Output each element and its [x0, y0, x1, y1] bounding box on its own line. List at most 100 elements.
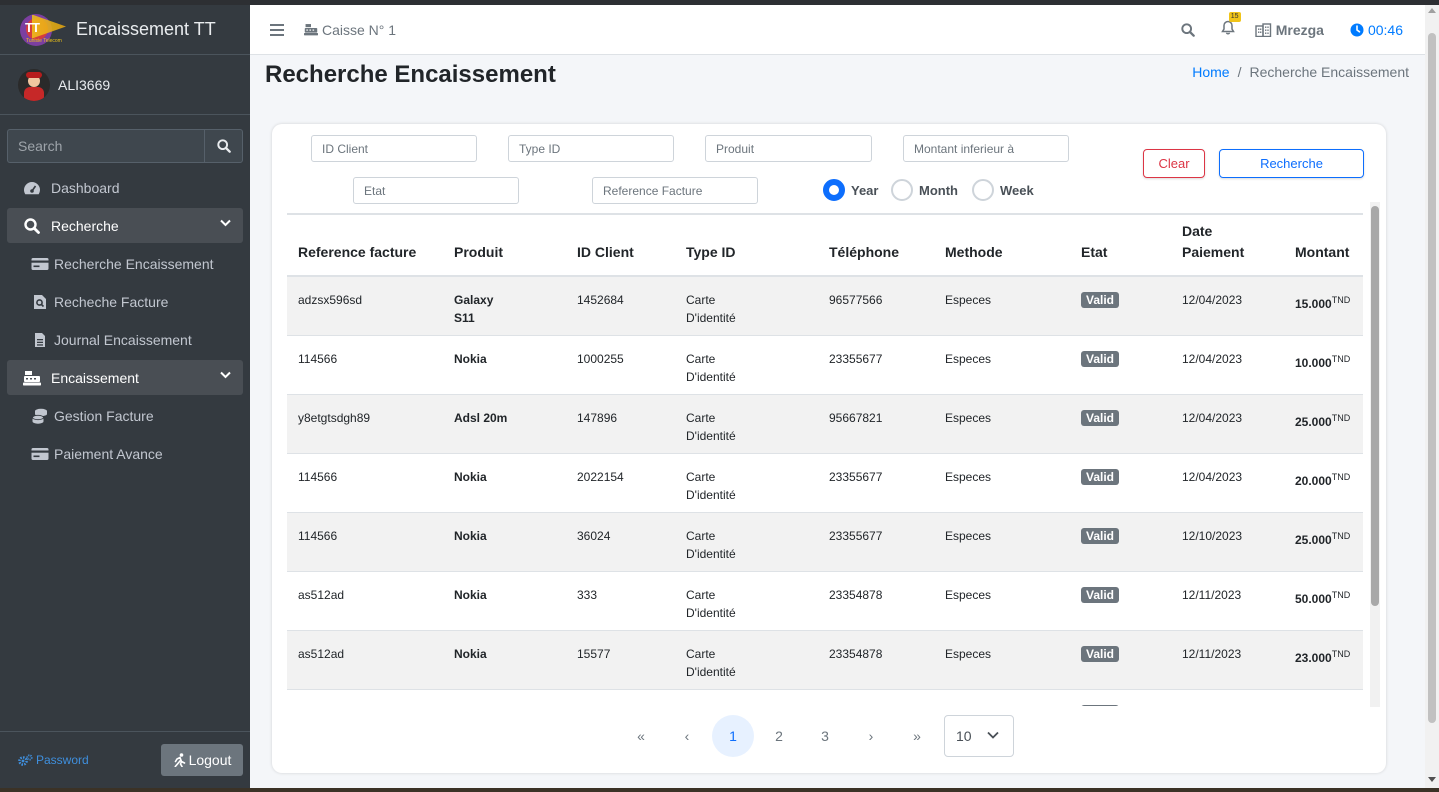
status-badge: Valid: [1081, 292, 1120, 308]
col-id-client[interactable]: ID Client: [566, 215, 675, 277]
sidebar-footer: Password Logout: [0, 731, 250, 788]
col-produit[interactable]: Produit: [443, 215, 566, 277]
cell-id-client: 1486387: [566, 689, 675, 706]
sidebar-nav: Dashboard Recherche Recherche Encaisseme…: [0, 170, 250, 471]
results-table: Reference facture Produit ID Client Type…: [287, 215, 1363, 706]
table-row[interactable]: 114566 Nokia 1000255 Carte D'identité 233556…: [287, 335, 1363, 395]
sidebar-item-dashboard[interactable]: Dashboard: [7, 170, 243, 205]
cell-date-paiement: 12/04/2023: [1171, 335, 1284, 395]
produit-input[interactable]: Produit: [705, 135, 872, 162]
location-indicator[interactable]: Mrezga: [1255, 22, 1324, 38]
period-month-radio[interactable]: Month: [891, 179, 958, 201]
table-row[interactable]: as512ad Nokia 333 Carte D'identité 23354878 E…: [287, 571, 1363, 631]
search-icon[interactable]: [1181, 23, 1195, 37]
sidebar-search: [7, 129, 243, 163]
table-row[interactable]: 1556333Adsl 5bd1486387Carte D'identité96…: [287, 689, 1363, 706]
status-badge: Valid: [1081, 350, 1120, 367]
period-week-radio[interactable]: Week: [972, 179, 1034, 201]
menu-toggle-icon[interactable]: [270, 23, 284, 37]
sidebar-item-journal-encaissement[interactable]: Journal Encaissement: [7, 322, 243, 357]
col-montant[interactable]: Montant: [1284, 215, 1363, 277]
user-name[interactable]: ALI3669: [58, 77, 110, 93]
next-page-button[interactable]: ›: [850, 715, 892, 757]
page-scrollbar-thumb[interactable]: [1428, 33, 1436, 723]
sidebar-item-gestion-facture[interactable]: Gestion Facture: [7, 398, 243, 433]
prev-page-button[interactable]: ‹: [666, 715, 708, 757]
cell-telephone: 95667821: [818, 394, 934, 454]
cell-reference: as512ad: [287, 571, 443, 631]
page-scrollbar[interactable]: [1425, 5, 1439, 788]
table-row[interactable]: adzsx596sd Galaxy S11 1452684 Carte D'ident…: [287, 276, 1363, 336]
brand[interactable]: TT Tunisie Telecom Encaissement TT: [0, 5, 250, 55]
recherche-button[interactable]: Recherche: [1219, 149, 1364, 178]
search-icon: [216, 139, 231, 153]
last-page-button[interactable]: »: [896, 715, 938, 757]
period-year-radio[interactable]: Year: [823, 179, 878, 201]
col-type-id[interactable]: Type ID: [675, 215, 818, 277]
cell-date-paiement: 12/04/2023: [1171, 453, 1284, 513]
first-page-button[interactable]: «: [620, 715, 662, 757]
col-telephone[interactable]: Téléphone: [818, 215, 934, 277]
cell-telephone: 23355677: [818, 512, 934, 572]
sidebar-item-recherche-encaissement[interactable]: Recherche Encaissement: [7, 246, 243, 281]
table-scrollbar-thumb[interactable]: [1371, 206, 1379, 606]
scroll-up-arrow-icon[interactable]: [1428, 8, 1436, 13]
cell-telephone: 23355677: [818, 453, 934, 513]
brand-logo: TT Tunisie Telecom: [18, 10, 66, 50]
topbar: Caisse N° 1 15 Mrezga 00:46: [250, 5, 1425, 55]
sidebar-search-input[interactable]: [7, 129, 204, 163]
table-row[interactable]: as512ad Nokia 15577 Carte D'identité 2335487…: [287, 630, 1363, 690]
reference-facture-input[interactable]: Reference Facture: [592, 177, 758, 204]
cell-telephone: 23355677: [818, 335, 934, 395]
cell-reference: as512ad: [287, 630, 443, 690]
scroll-down-arrow-icon[interactable]: [1428, 777, 1436, 782]
col-reference[interactable]: Reference facture: [287, 215, 443, 277]
table-row[interactable]: y8etgtsdgh89 Adsl 20m 147896 Carte D'identi…: [287, 394, 1363, 454]
date-paiement-header: Date Paiement: [1182, 223, 1245, 260]
pagination: « ‹ 1 2 3 › » 10: [620, 715, 1014, 757]
table-row[interactable]: 114566 Nokia 36024 Carte D'identité 23355677…: [287, 512, 1363, 572]
cell-etat: Valid: [1070, 394, 1171, 454]
cell-reference: 114566: [287, 512, 443, 572]
user-panel[interactable]: ALI3669: [0, 55, 250, 115]
col-date-paiement[interactable]: Date Paiement: [1171, 215, 1284, 277]
sidebar-item-paiement-avance[interactable]: Paiement Avance: [7, 436, 243, 471]
caisse-label: Caisse N° 1: [322, 21, 397, 38]
cell-produit: Nokia: [443, 453, 566, 513]
montant-input[interactable]: Montant inferieur à: [903, 135, 1069, 162]
logout-label: Logout: [188, 752, 232, 768]
sidebar-item-encaissement[interactable]: Encaissement: [7, 360, 243, 395]
cell-telephone: 96554784: [818, 689, 934, 706]
currency-label: TND: [1331, 412, 1351, 423]
sidebar-search-button[interactable]: [204, 129, 243, 163]
sidebar-item-recherche[interactable]: Recherche: [7, 208, 243, 243]
cell-etat: Valid: [1070, 689, 1171, 706]
logout-button[interactable]: Logout: [161, 744, 243, 776]
password-link[interactable]: Password: [18, 753, 89, 767]
chevron-down-icon: [220, 219, 231, 227]
cell-produit: Galaxy S11: [443, 276, 566, 336]
sidebar-item-label: Journal Encaissement: [54, 331, 192, 348]
notifications-button[interactable]: 15: [1220, 12, 1241, 40]
cell-telephone: 96577566: [818, 276, 934, 336]
page-3-button[interactable]: 3: [804, 715, 846, 757]
amount-value: 10.000: [1295, 355, 1332, 370]
page-2-button[interactable]: 2: [758, 715, 800, 757]
clear-button[interactable]: Clear: [1143, 149, 1205, 178]
search-card: ID Client Type ID Produit Montant inferi…: [272, 124, 1386, 773]
type-id-input[interactable]: Type ID: [508, 135, 674, 162]
cell-produit: Nokia: [443, 571, 566, 631]
breadcrumb-home-link[interactable]: Home: [1192, 64, 1229, 80]
sidebar-item-recheche-facture[interactable]: Recheche Facture: [7, 284, 243, 319]
sidebar-item-label: Dashboard: [51, 179, 120, 196]
table-row[interactable]: 114566 Nokia 2022154 Carte D'identité 233556…: [287, 453, 1363, 513]
col-methode[interactable]: Methode: [934, 215, 1070, 277]
id-client-input[interactable]: ID Client: [311, 135, 477, 162]
table-header-row: Reference facture Produit ID Client Type…: [287, 215, 1363, 277]
cell-produit: Adsl 5bd: [443, 689, 566, 706]
etat-input[interactable]: Etat: [353, 177, 519, 204]
cell-montant: 23.000TND: [1284, 630, 1363, 690]
page-1-button[interactable]: 1: [712, 715, 754, 757]
col-etat[interactable]: Etat: [1070, 215, 1171, 277]
page-size-select[interactable]: 10: [944, 715, 1014, 757]
